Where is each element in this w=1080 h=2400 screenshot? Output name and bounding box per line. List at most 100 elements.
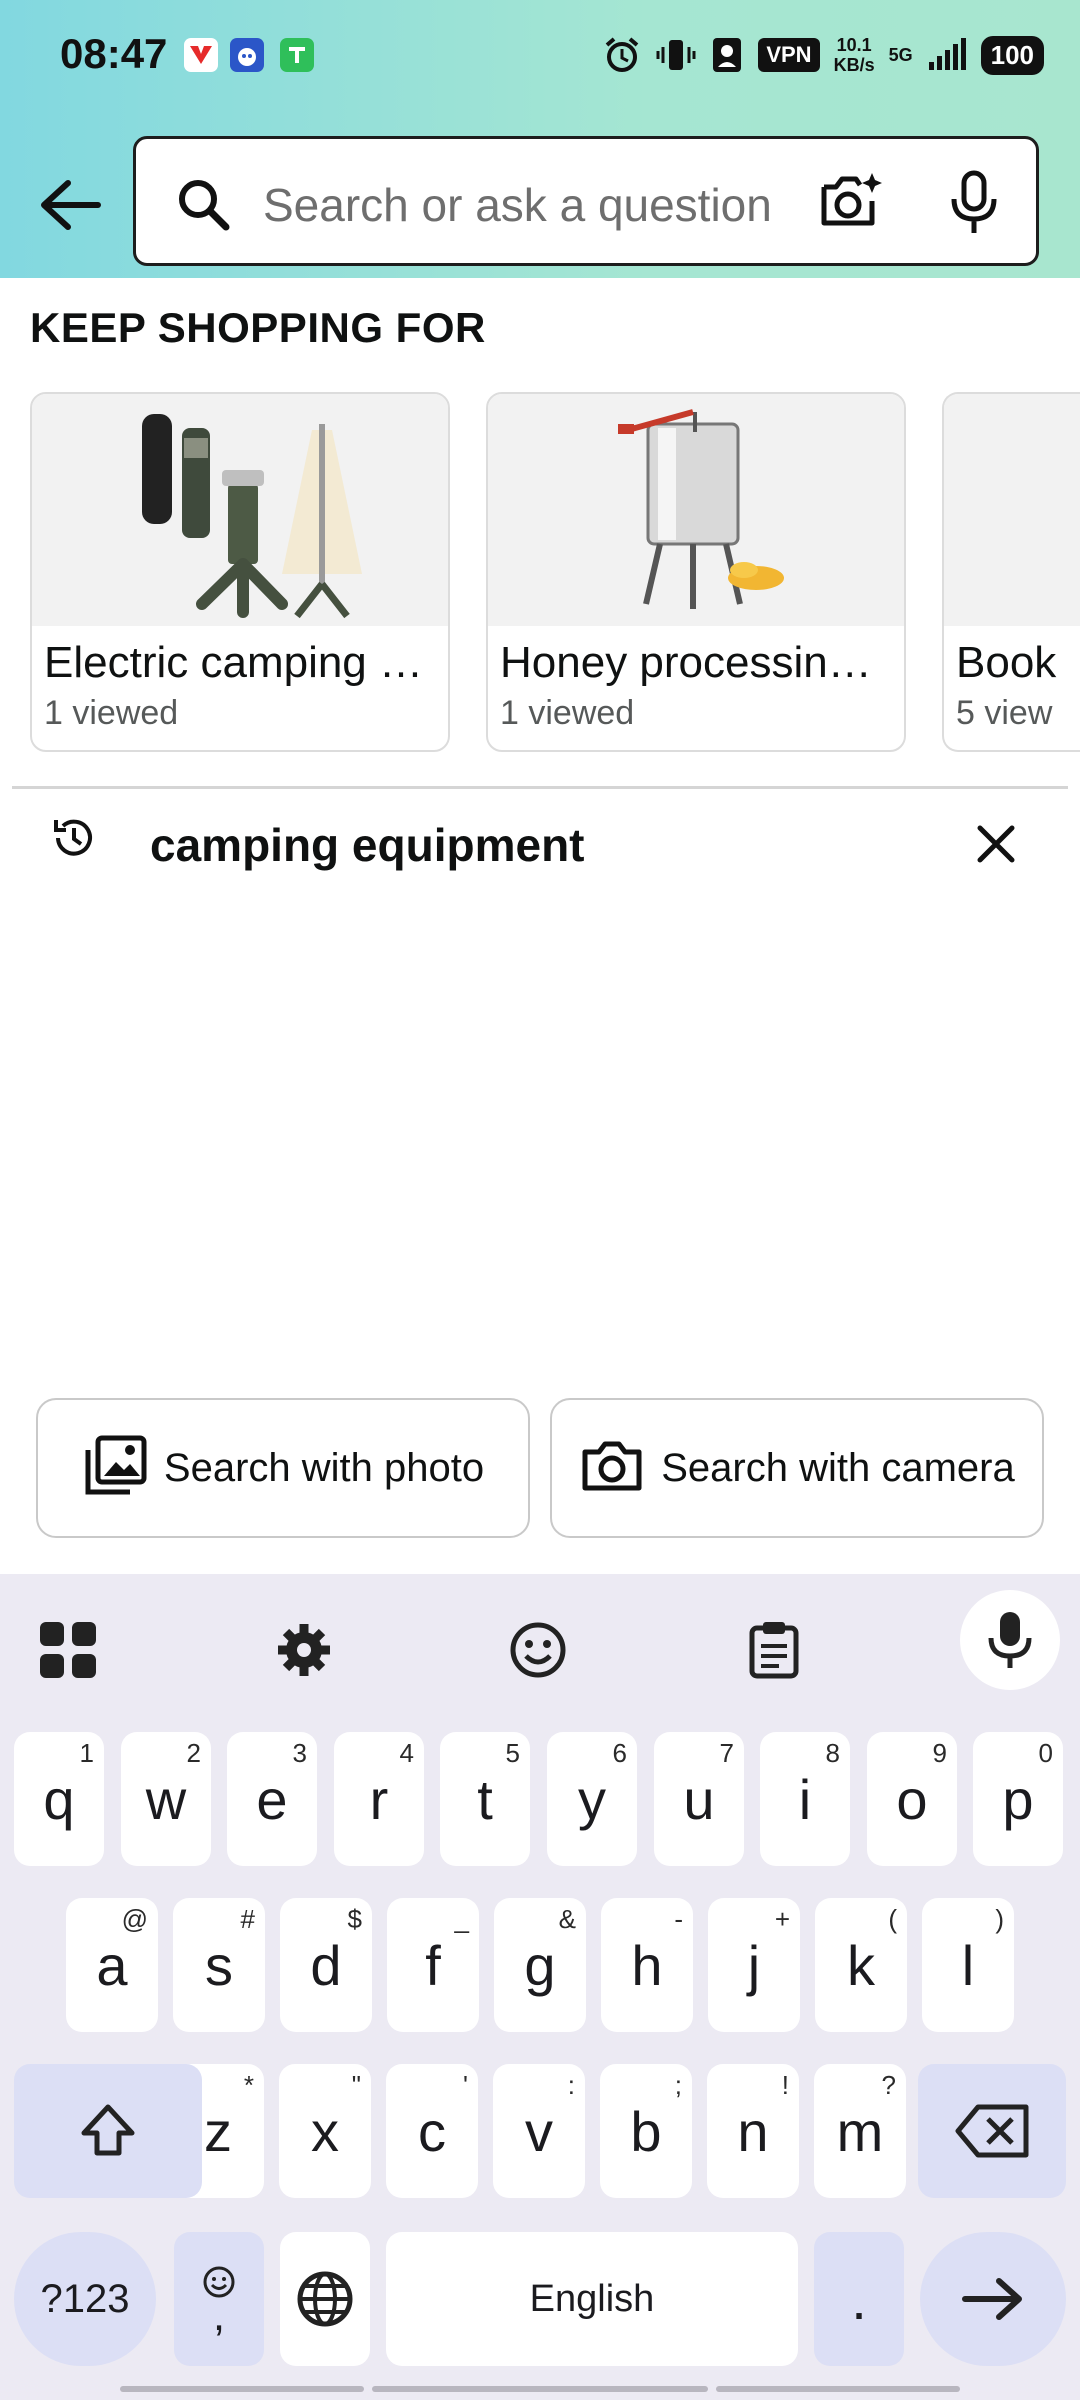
key-letter: r [369, 1767, 389, 1831]
key-hint: 4 [399, 1738, 414, 1768]
keyboard-voice-input-button[interactable] [960, 1590, 1060, 1690]
app-header: 08:47 VPN 10.1 KB/s 5G 100 Search or ask… [0, 0, 1080, 278]
key-w[interactable]: w2 [121, 1732, 211, 1866]
key-l[interactable]: l) [922, 1898, 1014, 2032]
key-letter: e [256, 1767, 288, 1831]
key-hint: " [351, 2070, 361, 2100]
notification-app-icon-green [280, 38, 314, 72]
key-y[interactable]: y6 [547, 1732, 637, 1866]
vibrate-icon [656, 35, 696, 75]
profile-icon [710, 35, 744, 75]
search-with-photo-label: Search with photo [163, 1445, 485, 1490]
gesture-navigation-bar[interactable] [0, 2382, 1080, 2400]
key-hint: - [674, 1904, 683, 1934]
key-h[interactable]: h- [601, 1898, 693, 2032]
key-hint: ' [463, 2070, 468, 2100]
clipboard-icon [749, 1622, 799, 1679]
history-query-text: camping equipment [150, 819, 585, 871]
search-with-camera-button[interactable]: Search with camera [550, 1398, 1044, 1538]
key-letter: b [630, 2099, 662, 2163]
speed-value: 10.1 [836, 35, 872, 55]
key-t[interactable]: t5 [440, 1732, 530, 1866]
key-letter: q [43, 1767, 75, 1831]
keep-shopping-card[interactable]: Electric camping … 1 viewed [30, 392, 450, 752]
network-speed: 10.1 KB/s [834, 35, 875, 75]
key-f[interactable]: f _ [387, 1898, 479, 2032]
key-hint: 1 [79, 1738, 94, 1768]
key-hint: & [558, 1904, 576, 1934]
gear-icon [278, 1624, 330, 1676]
keyboard-emoji-button[interactable] [498, 1610, 578, 1690]
key-hint: 0 [1038, 1738, 1053, 1768]
period-key[interactable]: . [814, 2232, 904, 2366]
shift-key[interactable] [14, 2064, 202, 2198]
key-b[interactable]: b; [600, 2064, 692, 2198]
key-hint: 7 [719, 1738, 734, 1768]
key-letter: o [896, 1767, 928, 1831]
keyboard-apps-button[interactable] [28, 1610, 108, 1690]
key-letter: d [310, 1933, 342, 1997]
emoji-icon [510, 1622, 566, 1678]
status-time: 08:47 [60, 30, 168, 77]
key-p[interactable]: p0 [973, 1732, 1063, 1866]
keep-shopping-card[interactable]: Book 5 view [942, 392, 1080, 752]
keep-shopping-card[interactable]: Honey processin… 1 viewed [486, 392, 906, 752]
back-button[interactable] [30, 170, 110, 240]
key-letter: z [204, 2099, 232, 2163]
key-n[interactable]: n! [707, 2064, 799, 2198]
key-hint: $ [347, 1904, 362, 1934]
key-letter: l [961, 1933, 975, 1997]
keyboard-clipboard-button[interactable] [734, 1610, 814, 1690]
key-c[interactable]: c ' [386, 2064, 478, 2198]
search-with-photo-button[interactable]: Search with photo [36, 1398, 530, 1538]
search-icon [176, 177, 232, 238]
key-hint: 3 [292, 1738, 307, 1768]
key-k[interactable]: k( [815, 1898, 907, 2032]
keyboard-settings-button[interactable] [264, 1610, 344, 1690]
backspace-key[interactable] [918, 2064, 1066, 2198]
key-a[interactable]: a @ [66, 1898, 158, 2032]
key-letter: y [578, 1767, 606, 1831]
symbols-key[interactable]: ?123 [14, 2232, 156, 2366]
key-r[interactable]: r4 [334, 1732, 424, 1866]
backspace-icon [955, 2104, 1029, 2158]
key-s[interactable]: s # [173, 1898, 265, 2032]
key-hint: 8 [825, 1738, 840, 1768]
key-j[interactable]: j + [708, 1898, 800, 2032]
key-letter: n [737, 2099, 769, 2163]
space-key[interactable]: English [386, 2232, 798, 2366]
key-u[interactable]: u7 [654, 1732, 744, 1866]
key-hint: 9 [932, 1738, 947, 1768]
comma-label: , [212, 2291, 226, 2340]
key-m[interactable]: m? [814, 2064, 906, 2198]
key-letter: a [96, 1933, 128, 1997]
search-history-item[interactable]: camping equipment [0, 800, 1080, 890]
key-d[interactable]: d $ [280, 1898, 372, 2032]
key-hint: 2 [186, 1738, 201, 1768]
key-e[interactable]: e3 [227, 1732, 317, 1866]
card-viewed-count: 1 viewed [44, 694, 179, 732]
remove-history-button[interactable] [966, 814, 1026, 874]
enter-key[interactable] [920, 2232, 1066, 2366]
card-viewed-count: 5 view [956, 694, 1053, 732]
key-x[interactable]: x " [279, 2064, 371, 2198]
status-indicators: VPN 10.1 KB/s 5G 100 [602, 30, 1044, 80]
camera-lens-icon[interactable] [816, 169, 884, 238]
grid-icon [40, 1622, 96, 1678]
language-key[interactable] [280, 2232, 370, 2366]
key-hint: + [774, 1904, 790, 1934]
key-v[interactable]: v: [493, 2064, 585, 2198]
speed-unit: KB/s [833, 55, 875, 75]
search-box[interactable] [133, 136, 1039, 266]
mic-icon[interactable] [946, 169, 1002, 242]
key-letter: j [747, 1933, 761, 1997]
key-q[interactable]: q1 [14, 1732, 104, 1866]
key-o[interactable]: o9 [867, 1732, 957, 1866]
comma-emoji-key[interactable]: , [174, 2232, 264, 2366]
photo-gallery-icon [82, 1434, 148, 1503]
camera-icon [579, 1438, 645, 1499]
soft-keyboard: q 1 w 2 e 3 r 4 t 5 y 6 u 7 i 8 o 9 p 0 a @ s # d $ f _ g & h - j + k(l) z *… [0, 1574, 1080, 2400]
key-g[interactable]: g & [494, 1898, 586, 2032]
key-i[interactable]: i8 [760, 1732, 850, 1866]
section-divider [12, 786, 1068, 789]
